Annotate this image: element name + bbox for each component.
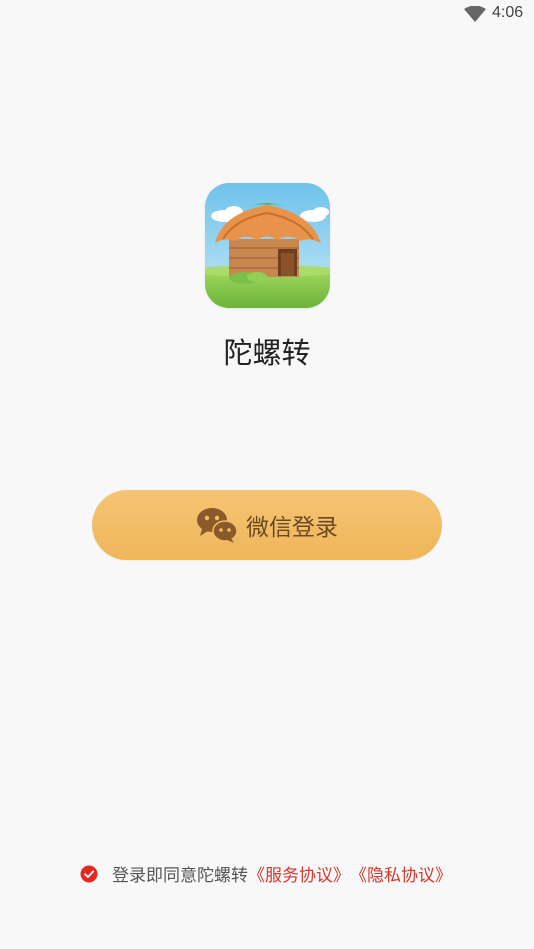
app-name: 陀螺转 — [223, 336, 311, 370]
hut-app-icon — [205, 183, 330, 308]
wifi-icon — [464, 6, 486, 22]
login-button-label: 微信登录 — [246, 515, 338, 541]
wechat-icon — [197, 508, 238, 543]
privacy-agreement-link[interactable]: 《隐私协议》 — [350, 861, 452, 886]
agreement-text: 登录即同意陀螺转 — [112, 866, 248, 886]
status-bar: 4:06 — [0, 0, 534, 30]
status-time: 4:06 — [492, 4, 524, 21]
wechat-login-button[interactable]: 微信登录 — [92, 490, 442, 560]
agreement-row: 登录即同意陀螺转 《服务协议》 《隐私协议》 — [80, 861, 452, 886]
service-agreement-link[interactable]: 《服务协议》 — [248, 861, 350, 886]
checked-circle-icon[interactable] — [80, 865, 98, 883]
